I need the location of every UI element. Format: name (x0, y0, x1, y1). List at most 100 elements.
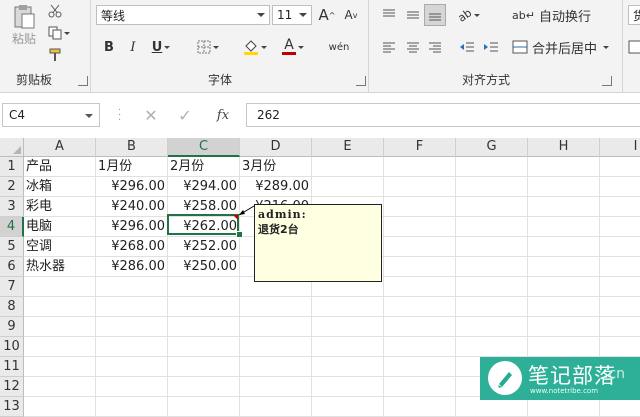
clipboard-launcher-icon[interactable] (78, 76, 88, 86)
align-center-button[interactable] (402, 36, 424, 58)
cell-h10[interactable] (528, 337, 600, 357)
align-right-button[interactable] (424, 36, 446, 58)
cell-c8[interactable] (168, 297, 240, 317)
cell-c5[interactable]: ¥252.00 (168, 237, 240, 257)
column-header-h[interactable]: H (528, 138, 600, 157)
cell-h4[interactable] (528, 217, 600, 237)
cell-g1[interactable] (456, 157, 528, 177)
row-header-11[interactable]: 11 (0, 357, 24, 377)
cell-b11[interactable] (96, 357, 168, 377)
cell-e9[interactable] (312, 317, 384, 337)
italic-button[interactable]: I (122, 36, 144, 58)
cell-c11[interactable] (168, 357, 240, 377)
fill-handle[interactable] (236, 231, 243, 238)
cell-g4[interactable] (456, 217, 528, 237)
cell-c6[interactable]: ¥250.00 (168, 257, 240, 277)
align-top-button[interactable] (378, 4, 400, 26)
cell-e8[interactable] (312, 297, 384, 317)
cell-b1[interactable]: 1月份 (96, 157, 168, 177)
cell-g9[interactable] (456, 317, 528, 337)
cell-b3[interactable]: ¥240.00 (96, 197, 168, 217)
row-header-9[interactable]: 9 (0, 317, 24, 337)
column-header-a[interactable]: A (24, 138, 96, 157)
cell-a10[interactable] (24, 337, 96, 357)
decrease-indent-button[interactable] (456, 36, 478, 58)
cell-h8[interactable] (528, 297, 600, 317)
cell-b5[interactable]: ¥268.00 (96, 237, 168, 257)
cell-a11[interactable] (24, 357, 96, 377)
cell-b10[interactable] (96, 337, 168, 357)
cell-g8[interactable] (456, 297, 528, 317)
row-header-7[interactable]: 7 (0, 277, 24, 297)
align-middle-button[interactable] (402, 4, 424, 26)
column-header-b[interactable]: B (96, 138, 168, 157)
row-header-13[interactable]: 13 (0, 397, 24, 417)
cell-a12[interactable] (24, 377, 96, 397)
grow-font-button[interactable]: A ^ (316, 4, 338, 26)
cell-d11[interactable] (240, 357, 312, 377)
cell-h2[interactable] (528, 177, 600, 197)
cell-f6[interactable] (384, 257, 456, 277)
cell-a6[interactable]: 热水器 (24, 257, 96, 277)
row-header-3[interactable]: 3 (0, 197, 24, 217)
cell-d13[interactable] (240, 397, 312, 417)
copy-button[interactable] (44, 22, 74, 44)
insert-function-button[interactable]: fx (206, 104, 240, 126)
cell-f1[interactable] (384, 157, 456, 177)
cell-c4[interactable]: ¥262.00 (168, 217, 240, 237)
fill-color-button[interactable] (240, 36, 270, 58)
cell-g10[interactable] (456, 337, 528, 357)
row-header-6[interactable]: 6 (0, 257, 24, 277)
cell-f2[interactable] (384, 177, 456, 197)
cell-e11[interactable] (312, 357, 384, 377)
cell-a3[interactable]: 彩电 (24, 197, 96, 217)
row-header-4[interactable]: 4 (0, 217, 24, 237)
cell-c9[interactable] (168, 317, 240, 337)
alignment-launcher-icon[interactable] (602, 76, 612, 86)
cell-b6[interactable]: ¥286.00 (96, 257, 168, 277)
cell-i6[interactable] (600, 257, 640, 277)
row-header-8[interactable]: 8 (0, 297, 24, 317)
cell-g6[interactable] (456, 257, 528, 277)
cell-d9[interactable] (240, 317, 312, 337)
cell-h7[interactable] (528, 277, 600, 297)
merge-center-button[interactable]: 合并后居中 (512, 36, 614, 58)
cell-i8[interactable] (600, 297, 640, 317)
phonetic-button[interactable]: wén (322, 36, 356, 58)
cell-f11[interactable] (384, 357, 456, 377)
column-header-c[interactable]: C (168, 138, 240, 157)
cell-a2[interactable]: 冰箱 (24, 177, 96, 197)
cell-c7[interactable] (168, 277, 240, 297)
align-bottom-button[interactable] (424, 4, 446, 26)
cell-f7[interactable] (384, 277, 456, 297)
cell-b13[interactable] (96, 397, 168, 417)
cell-b9[interactable] (96, 317, 168, 337)
column-header-f[interactable]: F (384, 138, 456, 157)
cell-b12[interactable] (96, 377, 168, 397)
cell-i5[interactable] (600, 237, 640, 257)
orientation-button[interactable]: ab (452, 4, 486, 26)
cell-a1[interactable]: 产品 (24, 157, 96, 177)
cell-f13[interactable] (384, 397, 456, 417)
row-header-12[interactable]: 12 (0, 377, 24, 397)
cell-e2[interactable] (312, 177, 384, 197)
cell-a8[interactable] (24, 297, 96, 317)
row-header-10[interactable]: 10 (0, 337, 24, 357)
cell-h6[interactable] (528, 257, 600, 277)
cell-e12[interactable] (312, 377, 384, 397)
cell-c12[interactable] (168, 377, 240, 397)
cell-c1[interactable]: 2月份 (168, 157, 240, 177)
row-header-1[interactable]: 1 (0, 157, 24, 177)
cell-a5[interactable]: 空调 (24, 237, 96, 257)
shrink-font-button[interactable]: Av (340, 4, 362, 26)
cell-c3[interactable]: ¥258.00 (168, 197, 240, 217)
cell-i10[interactable] (600, 337, 640, 357)
select-all-button[interactable] (0, 138, 24, 157)
font-name-combo[interactable]: 等线 (96, 5, 270, 25)
borders-button[interactable] (192, 36, 224, 58)
cell-f3[interactable] (384, 197, 456, 217)
cell-d2[interactable]: ¥289.00 (240, 177, 312, 197)
cell-g5[interactable] (456, 237, 528, 257)
formula-input[interactable]: 262 (246, 103, 640, 127)
cell-a9[interactable] (24, 317, 96, 337)
